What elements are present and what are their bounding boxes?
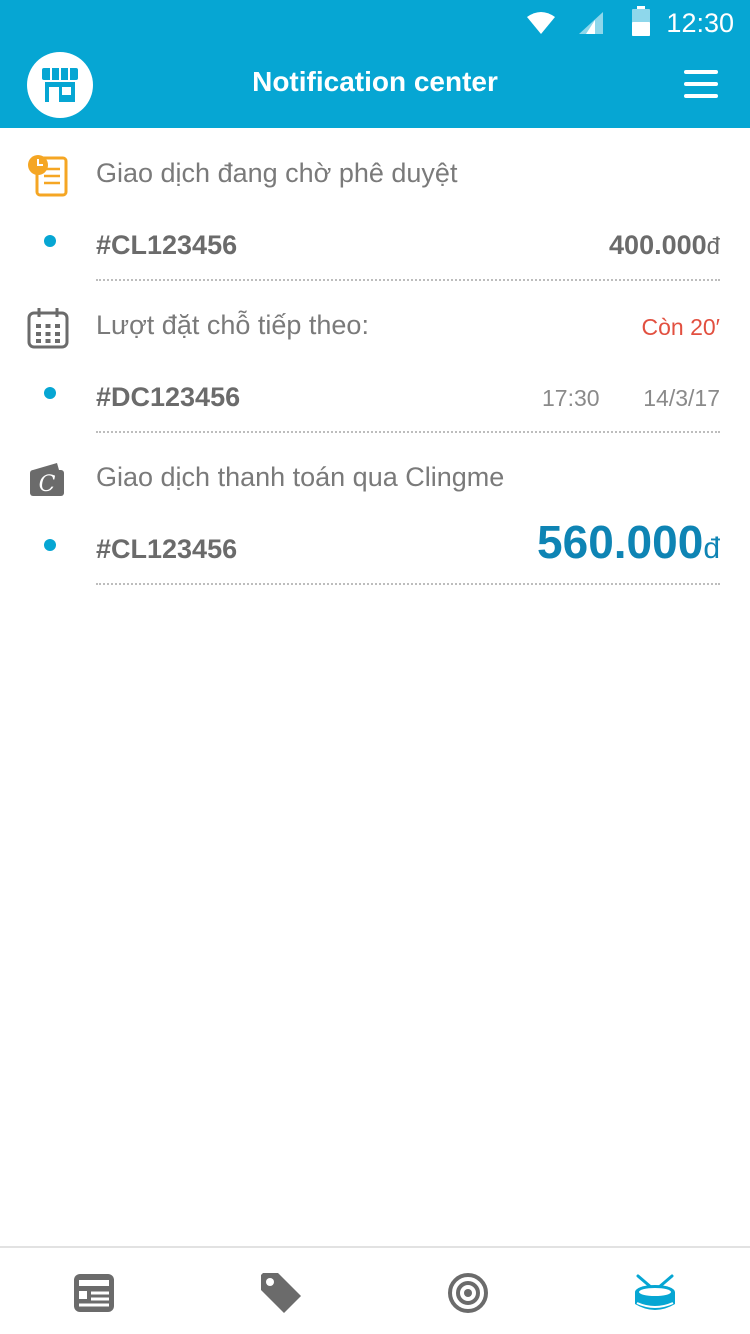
booking-date: 14/3/17 <box>643 385 720 411</box>
divider <box>96 431 720 433</box>
transaction-amount-highlight: 560.000đ <box>537 516 720 568</box>
wallet-icon: C <box>30 463 64 497</box>
bullet-dot <box>44 235 56 247</box>
transaction-amount: 400.000đ <box>609 230 720 260</box>
countdown-badge: Còn 20′ <box>641 314 720 340</box>
section-title: Giao dịch đang chờ phê duyệt <box>96 158 458 188</box>
app-bar: 12:30 Notification center <box>0 0 750 128</box>
section-title: Lượt đặt chỗ tiếp theo: <box>96 310 369 340</box>
section-title: Giao dịch thanh toán qua Clingme <box>96 462 505 492</box>
calendar-icon <box>27 308 69 349</box>
svg-text:C: C <box>39 472 56 497</box>
target-icon[interactable] <box>445 1270 491 1316</box>
pending-document-icon <box>28 155 68 197</box>
tag-icon[interactable] <box>258 1270 304 1316</box>
menu-button[interactable] <box>684 70 720 98</box>
wifi-icon <box>527 12 555 34</box>
drum-icon[interactable] <box>632 1270 678 1316</box>
battery-icon <box>632 6 650 36</box>
booking-code: #DC123456 <box>96 382 241 412</box>
status-time: 12:30 <box>666 8 734 38</box>
bullet-dot <box>44 387 56 399</box>
transaction-code: #CL123456 <box>96 230 238 260</box>
signal-icon <box>579 12 603 34</box>
page-title: Notification center <box>252 66 498 97</box>
divider <box>96 583 720 585</box>
divider <box>96 279 720 281</box>
transaction-code: #CL123456 <box>96 534 238 564</box>
news-icon[interactable] <box>71 1270 117 1316</box>
bullet-dot <box>44 539 56 551</box>
booking-time: 17:30 <box>542 385 600 411</box>
bottom-tab-bar <box>0 1246 750 1334</box>
